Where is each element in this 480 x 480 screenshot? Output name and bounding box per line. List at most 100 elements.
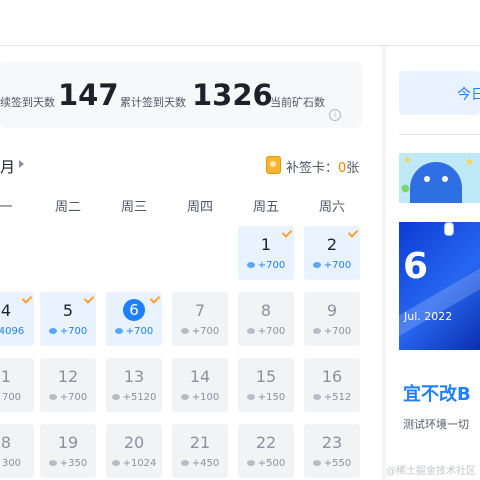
weekday-label: 周三 xyxy=(120,200,147,215)
day-cell-1[interactable]: 1 700 xyxy=(0,358,34,412)
ore-icon xyxy=(180,328,189,334)
ore-reward: 4096 xyxy=(0,326,25,337)
ore-reward: +100 xyxy=(172,392,228,403)
ore-reward: +150 xyxy=(238,392,294,403)
ore-reward: +5120 xyxy=(106,392,162,403)
top-bar xyxy=(0,0,480,46)
ore-icon xyxy=(246,460,255,466)
day-cell-13[interactable]: 13 +5120 xyxy=(106,358,162,412)
date-month: Jul. 2022 xyxy=(404,310,453,323)
stats-bar: 续签到天数 147 累计签到天数 1326 当前矿石数 i xyxy=(0,62,362,128)
ore-icon xyxy=(246,262,255,268)
day-cell-15[interactable]: 15 +150 xyxy=(238,358,294,412)
mascot-icon xyxy=(410,162,462,203)
total-count: 1326 xyxy=(192,78,273,112)
day-number: 1 xyxy=(260,235,272,254)
day-number: 9 xyxy=(326,301,338,320)
mascot-banner: ★ ★ ● xyxy=(399,153,480,203)
ore-icon xyxy=(114,328,123,334)
ore-reward: +700 xyxy=(40,392,96,403)
ore-icon xyxy=(180,394,189,400)
makeup-card-unit: 张 xyxy=(346,161,360,176)
ore-reward: +550 xyxy=(304,458,360,469)
day-cell-8[interactable]: 8 +700 xyxy=(238,292,294,346)
checkin-panel: 续签到天数 147 累计签到天数 1326 当前矿石数 i 月 补签卡：0张 一… xyxy=(0,46,382,480)
right-panel: 今日 ★ ★ ● 6 Jul. 2022 宜不改B 测试环境一切 xyxy=(386,46,480,480)
ore-reward: +500 xyxy=(238,458,294,469)
day-number: 19 xyxy=(57,433,79,452)
next-month-icon[interactable] xyxy=(19,160,24,168)
today-button[interactable]: 今日 xyxy=(399,71,480,115)
day-cell-9[interactable]: 9 +700 xyxy=(304,292,360,346)
today-button-label: 今日 xyxy=(457,87,480,103)
day-number: 2 xyxy=(326,235,338,254)
eye-icon xyxy=(442,176,448,182)
makeup-card-text: 补签卡： xyxy=(286,161,339,176)
day-number: 16 xyxy=(321,367,343,386)
ore-reward: +700 xyxy=(238,326,294,337)
ore-icon xyxy=(180,460,189,466)
divider xyxy=(399,134,480,135)
day-cell-4[interactable]: 4 4096 xyxy=(0,292,34,346)
ore-reward: 300 xyxy=(1,458,22,469)
ore-icon xyxy=(312,262,321,268)
ore-reward: 700 xyxy=(1,392,22,403)
fortune-title: 宜不改B xyxy=(403,384,471,405)
eye-icon xyxy=(424,176,430,182)
day-number: 20 xyxy=(123,433,145,452)
makeup-card-label: 补签卡：0张 xyxy=(286,157,359,176)
info-icon[interactable]: i xyxy=(329,109,341,121)
weekday-label: 一 xyxy=(0,200,13,215)
day-cell-2[interactable]: 2 +700 xyxy=(304,226,360,280)
ore-reward: +1024 xyxy=(106,458,162,469)
month-label: 月 xyxy=(0,158,16,176)
weekday-label: 周五 xyxy=(252,200,279,215)
streak-count: 147 xyxy=(58,78,119,112)
ore-reward: +700 xyxy=(172,326,228,337)
day-cell-23[interactable]: 23 +550 xyxy=(304,424,360,478)
ore-icon xyxy=(111,394,120,400)
day-cell-21[interactable]: 21 +450 xyxy=(172,424,228,478)
ore-reward: +700 xyxy=(304,326,360,337)
day-cell-7[interactable]: 7 +700 xyxy=(172,292,228,346)
day-cell-16[interactable]: 16 +512 xyxy=(304,358,360,412)
ore-icon xyxy=(312,460,321,466)
day-number: 15 xyxy=(255,367,277,386)
watermark: @稀土掘金技术社区 xyxy=(386,466,476,477)
day-number: 7 xyxy=(194,301,206,320)
day-cell-12[interactable]: 12 +700 xyxy=(40,358,96,412)
star-icon: ★ xyxy=(403,155,412,166)
checkmark-icon xyxy=(149,293,161,304)
ore-icon xyxy=(246,394,255,400)
day-cell-5[interactable]: 5 +700 xyxy=(40,292,96,346)
day-cell-20[interactable]: 20 +1024 xyxy=(106,424,162,478)
day-number: 6 xyxy=(123,299,145,321)
weekday-label: 周四 xyxy=(186,200,213,215)
day-number: 12 xyxy=(57,367,79,386)
pin-icon xyxy=(444,222,454,236)
ore-reward: +450 xyxy=(172,458,228,469)
day-cell-6[interactable]: 6 +700 xyxy=(106,292,162,346)
day-cell-14[interactable]: 14 +100 xyxy=(172,358,228,412)
total-label: 累计签到天数 xyxy=(120,96,186,109)
ore-icon xyxy=(312,394,321,400)
makeup-card-icon xyxy=(266,156,281,174)
ore-reward: +700 xyxy=(304,260,360,271)
ore-reward: +700 xyxy=(40,326,96,337)
day-number: 8 xyxy=(0,433,12,452)
ore-reward: +350 xyxy=(40,458,96,469)
ore-icon xyxy=(111,460,120,466)
ore-reward: +512 xyxy=(304,392,360,403)
day-number: 8 xyxy=(260,301,272,320)
day-number: 13 xyxy=(123,367,145,386)
ore-icon xyxy=(48,394,57,400)
day-cell-19[interactable]: 19 +350 xyxy=(40,424,96,478)
day-cell-1[interactable]: 1 +700 xyxy=(238,226,294,280)
day-number: 14 xyxy=(189,367,211,386)
day-cell-22[interactable]: 22 +500 xyxy=(238,424,294,478)
day-number: 22 xyxy=(255,433,277,452)
day-cell-8[interactable]: 8 300 xyxy=(0,424,34,478)
weekday-label: 周二 xyxy=(54,200,81,215)
date-day: 6 xyxy=(403,246,429,287)
day-number: 23 xyxy=(321,433,343,452)
